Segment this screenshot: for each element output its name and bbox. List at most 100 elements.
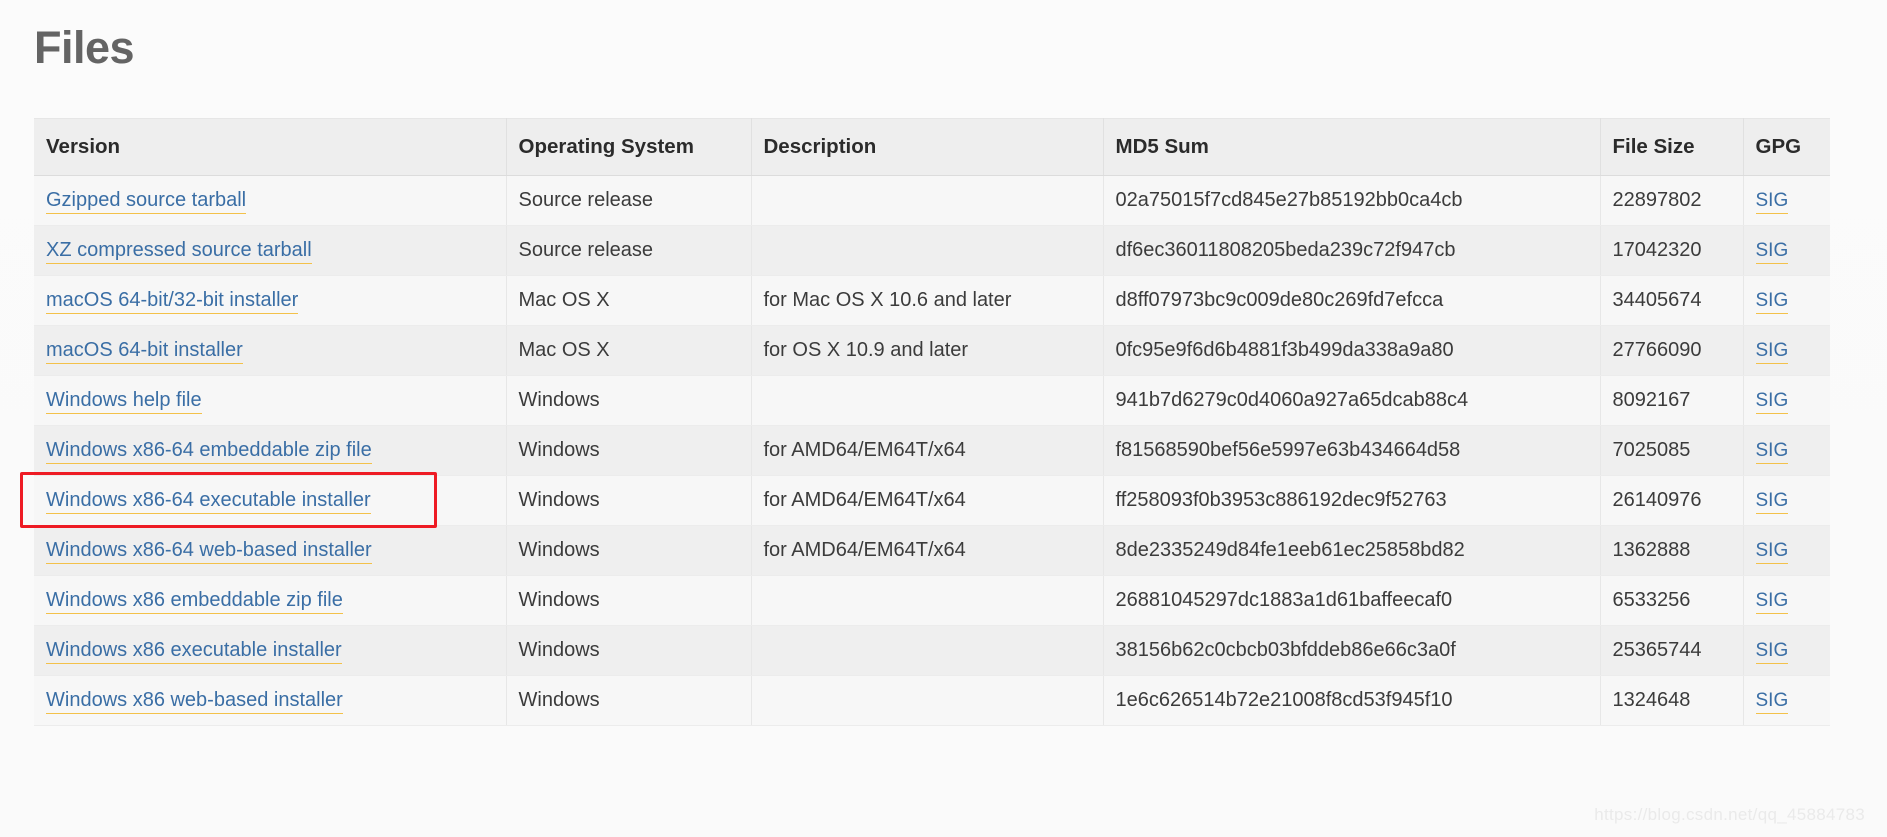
version-download-link[interactable]: macOS 64-bit installer (46, 338, 243, 364)
table-body: Gzipped source tarball Source release 02a7… (34, 175, 1830, 726)
cell-gpg: SIG (1743, 475, 1830, 526)
cell-gpg: SIG (1743, 625, 1830, 676)
cell-operating-system: Windows (506, 575, 752, 626)
cell-operating-system: Windows (506, 475, 752, 526)
cell-description (751, 225, 1104, 276)
cell-file-size: 8092167 (1600, 375, 1744, 426)
gpg-sig-link[interactable]: SIG (1755, 539, 1789, 564)
cell-gpg: SIG (1743, 175, 1830, 226)
cell-version: Windows x86 embeddable zip file (34, 575, 507, 626)
cell-description: for AMD64/EM64T/x64 (751, 475, 1104, 526)
column-header-version: Version (34, 117, 507, 176)
table-row: macOS 64-bit installer Mac OS Xfor OS X 1… (34, 325, 1830, 376)
gpg-sig-link[interactable]: SIG (1755, 189, 1789, 214)
gpg-sig-link[interactable]: SIG (1755, 339, 1789, 364)
gpg-sig-link[interactable]: SIG (1755, 689, 1789, 714)
watermark: https://blog.csdn.net/qq_45884783 (1594, 805, 1865, 824)
cell-file-size: 27766090 (1600, 325, 1744, 376)
table-header-row: Version Operating System Description MD5… (34, 117, 1830, 176)
cell-description (751, 625, 1104, 676)
gpg-sig-link[interactable]: SIG (1755, 589, 1789, 614)
cell-version: XZ compressed source tarball (34, 225, 507, 276)
cell-operating-system: Windows (506, 425, 752, 476)
cell-description (751, 575, 1104, 626)
version-download-link[interactable]: XZ compressed source tarball (46, 238, 312, 264)
gpg-sig-link[interactable]: SIG (1755, 389, 1789, 414)
cell-md5-sum: d8ff07973bc9c009de80c269fd7efcca (1103, 275, 1601, 326)
table-row: Windows help file Windows 941b7d6279c0d406… (34, 375, 1830, 426)
gpg-sig-link[interactable]: SIG (1755, 289, 1789, 314)
cell-file-size: 26140976 (1600, 475, 1744, 526)
cell-gpg: SIG (1743, 575, 1830, 626)
cell-md5-sum: 1e6c626514b72e21008f8cd53f945f10 (1103, 675, 1601, 726)
cell-file-size: 1362888 (1600, 525, 1744, 576)
cell-operating-system: Windows (506, 525, 752, 576)
cell-operating-system: Source release (506, 175, 752, 226)
cell-description: for Mac OS X 10.6 and later (751, 275, 1104, 326)
version-download-link[interactable]: Windows x86 executable installer (46, 638, 342, 664)
cell-md5-sum: 8de2335249d84fe1eeb61ec25858bd82 (1103, 525, 1601, 576)
cell-gpg: SIG (1743, 375, 1830, 426)
gpg-sig-link[interactable]: SIG (1755, 639, 1789, 664)
version-download-link[interactable]: Windows x86 web-based installer (46, 688, 343, 714)
cell-version: Windows x86 web-based installer (34, 675, 507, 726)
version-download-link[interactable]: Gzipped source tarball (46, 188, 247, 214)
cell-version: macOS 64-bit/32-bit installer (34, 275, 507, 326)
version-download-link[interactable]: Windows x86-64 executable installer (46, 488, 371, 514)
table-row: Windows x86-64 executable installer Windo… (34, 475, 1830, 526)
column-header-md5: MD5 Sum (1103, 117, 1601, 176)
cell-description: for AMD64/EM64T/x64 (751, 425, 1104, 476)
files-table-container: Version Operating System Description MD5… (34, 117, 1830, 726)
column-header-gpg: GPG (1743, 117, 1830, 176)
cell-file-size: 6533256 (1600, 575, 1744, 626)
page-title: Files (34, 22, 135, 73)
version-download-link[interactable]: Windows x86 embeddable zip file (46, 588, 343, 614)
cell-md5-sum: 0fc95e9f6d6b4881f3b499da338a9a80 (1103, 325, 1601, 376)
cell-gpg: SIG (1743, 425, 1830, 476)
cell-description: for OS X 10.9 and later (751, 325, 1104, 376)
cell-operating-system: Source release (506, 225, 752, 276)
cell-description (751, 675, 1104, 726)
cell-gpg: SIG (1743, 225, 1830, 276)
cell-version: Windows x86-64 embeddable zip file (34, 425, 507, 476)
cell-file-size: 17042320 (1600, 225, 1744, 276)
table-row: Windows x86-64 embeddable zip file Window… (34, 425, 1830, 476)
cell-description: for AMD64/EM64T/x64 (751, 525, 1104, 576)
cell-gpg: SIG (1743, 675, 1830, 726)
table-row: XZ compressed source tarball Source relea… (34, 225, 1830, 276)
cell-md5-sum: 941b7d6279c0d4060a927a65dcab88c4 (1103, 375, 1601, 426)
cell-version: Windows x86-64 executable installer (34, 475, 507, 526)
column-header-description: Description (751, 117, 1104, 176)
version-download-link[interactable]: macOS 64-bit/32-bit installer (46, 288, 299, 314)
table-row: Windows x86 executable installer Windows 3… (34, 625, 1830, 676)
cell-md5-sum: 38156b62c0cbcb03bfddeb86e66c3a0f (1103, 625, 1601, 676)
cell-operating-system: Mac OS X (506, 275, 752, 326)
cell-md5-sum: 02a75015f7cd845e27b85192bb0ca4cb (1103, 175, 1601, 226)
version-download-link[interactable]: Windows x86-64 embeddable zip file (46, 438, 372, 464)
cell-version: Windows x86-64 web-based installer (34, 525, 507, 576)
cell-operating-system: Mac OS X (506, 325, 752, 376)
column-header-filesize: File Size (1600, 117, 1744, 176)
cell-operating-system: Windows (506, 375, 752, 426)
table-header: Version Operating System Description MD5… (34, 117, 1830, 176)
cell-version: Windows help file (34, 375, 507, 426)
cell-md5-sum: 26881045297dc1883a1d61baffeecaf0 (1103, 575, 1601, 626)
table-row: Windows x86 embeddable zip file Windows 26… (34, 575, 1830, 626)
cell-file-size: 7025085 (1600, 425, 1744, 476)
cell-operating-system: Windows (506, 675, 752, 726)
version-download-link[interactable]: Windows help file (46, 388, 202, 414)
cell-gpg: SIG (1743, 275, 1830, 326)
gpg-sig-link[interactable]: SIG (1755, 439, 1789, 464)
cell-operating-system: Windows (506, 625, 752, 676)
cell-file-size: 1324648 (1600, 675, 1744, 726)
version-download-link[interactable]: Windows x86-64 web-based installer (46, 538, 372, 564)
gpg-sig-link[interactable]: SIG (1755, 239, 1789, 264)
cell-file-size: 22897802 (1600, 175, 1744, 226)
cell-md5-sum: df6ec36011808205beda239c72f947cb (1103, 225, 1601, 276)
cell-file-size: 34405674 (1600, 275, 1744, 326)
cell-description (751, 375, 1104, 426)
gpg-sig-link[interactable]: SIG (1755, 489, 1789, 514)
cell-gpg: SIG (1743, 325, 1830, 376)
table-row: Gzipped source tarball Source release 02a7… (34, 175, 1830, 226)
cell-version: macOS 64-bit installer (34, 325, 507, 376)
